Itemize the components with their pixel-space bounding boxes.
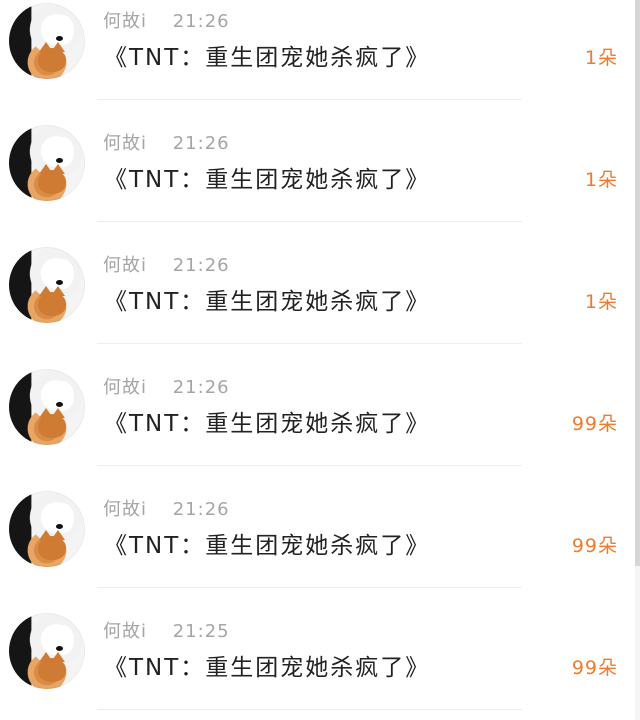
cat-avatar-icon: [38, 408, 66, 438]
message-time: 21:26: [172, 255, 230, 276]
sender-name[interactable]: 何故i: [103, 132, 155, 156]
sender-name[interactable]: 何故i: [103, 10, 155, 34]
dog-avatar-icon: [52, 381, 74, 411]
message-meta: 何故i 21:25: [103, 620, 230, 644]
message-time: 21:25: [172, 621, 230, 642]
row-divider: [97, 99, 522, 100]
cat-avatar-icon: [38, 286, 66, 316]
message-list: 何故i 21:26 《TNT：重生团宠她杀疯了》 1朵 何故i 21:26 《T…: [0, 0, 640, 720]
gift-count: 1朵: [584, 169, 618, 191]
cat-avatar-icon: [38, 42, 66, 72]
book-title[interactable]: 《TNT：重生团宠她杀疯了》: [104, 407, 430, 441]
gift-count: 99朵: [571, 535, 618, 557]
cat-avatar-icon: [38, 530, 66, 560]
gift-count: 99朵: [571, 657, 618, 679]
row-divider: [97, 343, 522, 344]
dog-avatar-icon: [52, 137, 74, 167]
message-meta: 何故i 21:26: [103, 10, 230, 34]
message-meta: 何故i 21:26: [103, 254, 230, 278]
dog-nose-icon: [56, 158, 63, 163]
row-divider: [97, 465, 522, 466]
avatar[interactable]: [9, 369, 85, 445]
sender-name[interactable]: 何故i: [103, 376, 155, 400]
scrollbar-thumb[interactable]: [635, 0, 640, 566]
cat-avatar-icon: [38, 164, 66, 194]
message-meta: 何故i 21:26: [103, 498, 230, 522]
message-time: 21:26: [172, 133, 230, 154]
avatar[interactable]: [9, 491, 85, 567]
list-item[interactable]: 何故i 21:26 《TNT：重生团宠她杀疯了》 1朵: [0, 122, 640, 244]
message-meta: 何故i 21:26: [103, 132, 230, 156]
gift-count: 1朵: [584, 47, 618, 69]
book-title[interactable]: 《TNT：重生团宠她杀疯了》: [104, 529, 430, 563]
row-divider: [97, 587, 522, 588]
row-divider: [97, 221, 522, 222]
gift-count: 99朵: [571, 413, 618, 435]
dog-nose-icon: [56, 524, 63, 529]
sender-name[interactable]: 何故i: [103, 620, 155, 644]
avatar[interactable]: [9, 125, 85, 201]
avatar[interactable]: [9, 613, 85, 689]
dog-avatar-icon: [52, 625, 74, 655]
dog-avatar-icon: [52, 503, 74, 533]
sender-name[interactable]: 何故i: [103, 498, 155, 522]
dog-nose-icon: [56, 402, 63, 407]
dog-avatar-icon: [52, 259, 74, 289]
sender-name[interactable]: 何故i: [103, 254, 155, 278]
list-item[interactable]: 何故i 21:26 《TNT：重生团宠她杀疯了》 99朵: [0, 366, 640, 488]
message-meta: 何故i 21:26: [103, 376, 230, 400]
dog-avatar-icon: [52, 15, 74, 45]
book-title[interactable]: 《TNT：重生团宠她杀疯了》: [104, 651, 430, 685]
list-item[interactable]: 何故i 21:25 《TNT：重生团宠她杀疯了》 99朵: [0, 610, 640, 720]
dog-nose-icon: [56, 36, 63, 41]
gift-count: 1朵: [584, 291, 618, 313]
message-time: 21:26: [172, 377, 230, 398]
book-title[interactable]: 《TNT：重生团宠她杀疯了》: [104, 285, 430, 319]
message-time: 21:26: [172, 499, 230, 520]
dog-nose-icon: [56, 280, 63, 285]
list-item[interactable]: 何故i 21:26 《TNT：重生团宠她杀疯了》 99朵: [0, 488, 640, 610]
vertical-scrollbar[interactable]: [635, 0, 640, 720]
cat-avatar-icon: [38, 652, 66, 682]
message-time: 21:26: [172, 11, 230, 32]
row-divider: [97, 709, 522, 710]
list-item[interactable]: 何故i 21:26 《TNT：重生团宠她杀疯了》 1朵: [0, 0, 640, 122]
list-item[interactable]: 何故i 21:26 《TNT：重生团宠她杀疯了》 1朵: [0, 244, 640, 366]
dog-nose-icon: [56, 646, 63, 651]
book-title[interactable]: 《TNT：重生团宠她杀疯了》: [104, 41, 430, 75]
avatar[interactable]: [9, 3, 85, 79]
book-title[interactable]: 《TNT：重生团宠她杀疯了》: [104, 163, 430, 197]
avatar[interactable]: [9, 247, 85, 323]
